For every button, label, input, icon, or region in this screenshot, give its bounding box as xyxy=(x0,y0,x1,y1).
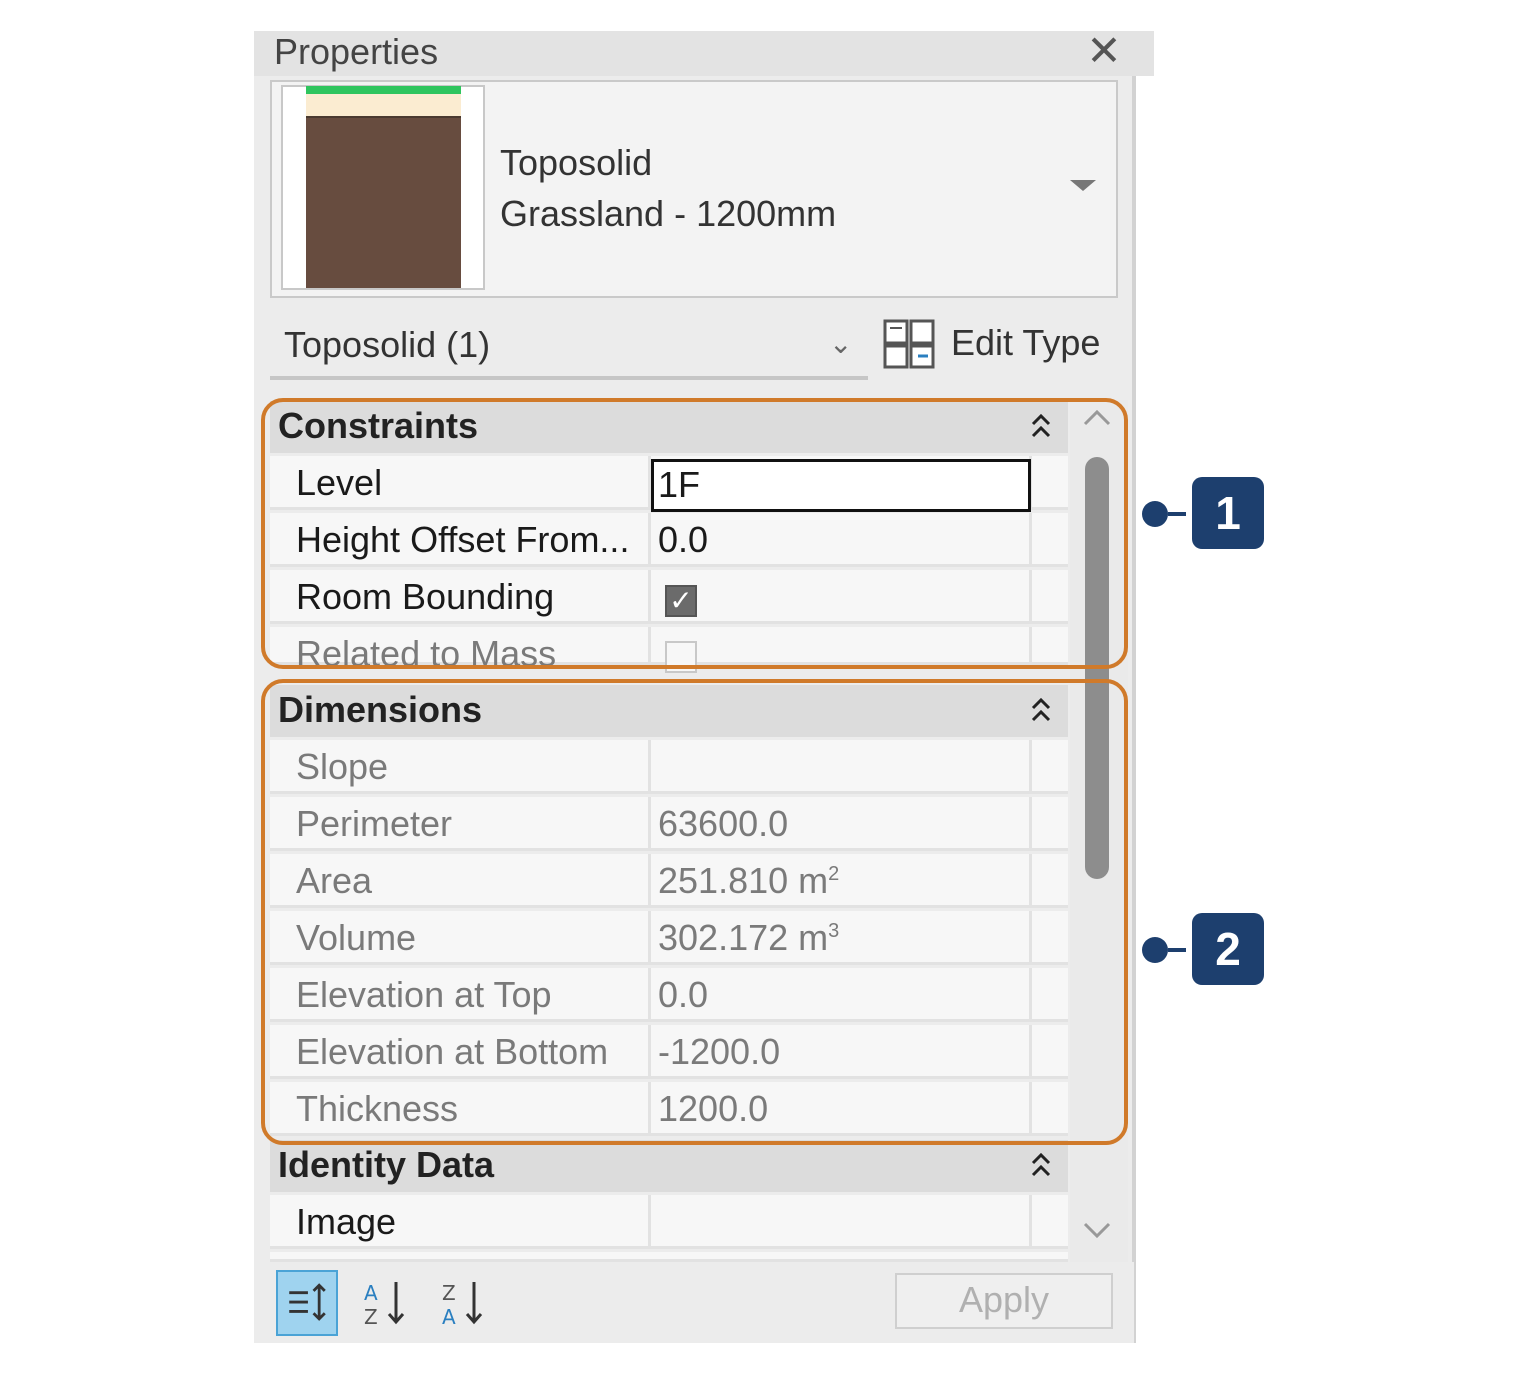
group-header-identity-data[interactable]: Identity Data xyxy=(270,1140,1068,1192)
svg-text:A: A xyxy=(442,1305,456,1329)
sort-categorized-icon[interactable] xyxy=(276,1270,338,1336)
type-name-label: Grassland - 1200mm xyxy=(500,193,837,234)
svg-text:Z: Z xyxy=(364,1305,378,1329)
close-icon[interactable]: ✕ xyxy=(1082,30,1126,72)
callout-box-constraints xyxy=(261,398,1128,669)
sort-ascending-icon[interactable]: A Z xyxy=(356,1270,418,1336)
preview-grass-layer xyxy=(306,86,461,94)
property-name: Image xyxy=(296,1201,397,1242)
property-row-partial xyxy=(270,1252,1068,1262)
preview-sand-layer xyxy=(306,94,461,118)
callout-marker-2: 2 xyxy=(1142,913,1266,985)
panel-border xyxy=(1132,76,1136,1343)
property-row-image[interactable]: Image xyxy=(270,1195,1068,1249)
sort-descending-icon[interactable]: Z A xyxy=(434,1270,496,1336)
panel-title: Properties xyxy=(274,31,439,72)
chevron-down-icon[interactable]: ⌄ xyxy=(829,327,852,360)
edit-type-button[interactable]: Edit Type xyxy=(951,322,1100,364)
callout-box-dimensions xyxy=(261,679,1128,1145)
collapse-icon[interactable] xyxy=(1030,1149,1052,1183)
svg-text:Z: Z xyxy=(442,1281,456,1305)
group-title: Identity Data xyxy=(278,1144,495,1185)
dropdown-icon[interactable] xyxy=(1070,180,1096,191)
callout-badge: 1 xyxy=(1192,477,1264,549)
edit-type-icon[interactable] xyxy=(882,318,936,370)
instance-filter-label: Toposolid (1) xyxy=(284,324,491,365)
callout-marker-1: 1 xyxy=(1142,477,1266,549)
preview-soil-layer xyxy=(306,118,461,288)
scroll-down-icon[interactable] xyxy=(1082,1220,1112,1240)
svg-text:A: A xyxy=(364,1281,378,1305)
callout-badge: 2 xyxy=(1192,913,1264,985)
type-family-label: Toposolid xyxy=(500,142,653,183)
apply-button[interactable]: Apply xyxy=(895,1273,1113,1329)
